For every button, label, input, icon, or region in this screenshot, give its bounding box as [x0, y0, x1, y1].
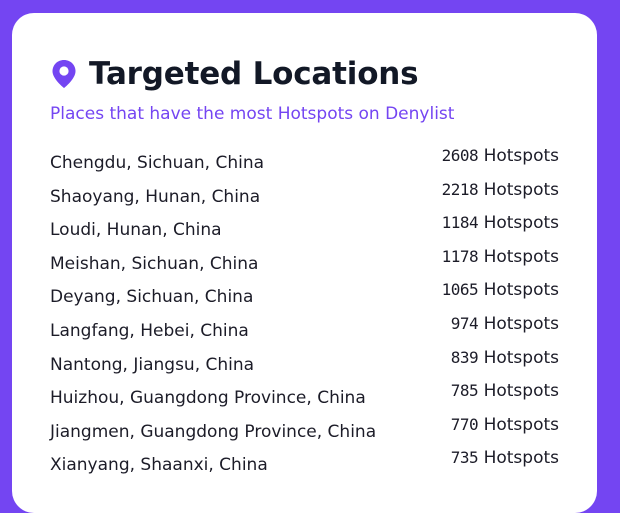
hotspot-count: 1178 Hotspots: [442, 247, 559, 267]
location-name: Deyang, Sichuan, China: [50, 287, 254, 308]
hotspot-count-number: 2218: [441, 179, 479, 199]
hotspot-count-unit: Hotspots: [483, 179, 559, 200]
targeted-locations-card: Targeted Locations Places that have the …: [12, 13, 597, 513]
hotspot-count-unit: Hotspots: [483, 280, 559, 301]
location-name: Huizhou, Guangdong Province, China: [50, 388, 366, 409]
location-name: Meishan, Sichuan, China: [50, 253, 259, 274]
card-header: Targeted Locations: [50, 55, 419, 93]
hotspot-count: 735 Hotspots: [451, 448, 559, 468]
hotspot-count-unit: Hotspots: [483, 246, 559, 267]
hotspot-count-number: 785: [450, 381, 479, 401]
list-item: Xianyang, Shaanxi, China 735 Hotspots: [50, 448, 559, 487]
page-title: Targeted Locations: [89, 56, 419, 92]
hotspot-count: 770 Hotspots: [451, 415, 559, 435]
hotspot-count-number: 735: [450, 448, 479, 468]
hotspot-count-number: 1065: [441, 280, 479, 300]
location-name: Nantong, Jiangsu, China: [50, 354, 255, 375]
hotspot-count: 1065 Hotspots: [442, 280, 559, 300]
location-name: Langfang, Hebei, China: [50, 320, 249, 341]
hotspot-count: 1184 Hotspots: [442, 213, 559, 233]
location-pin-icon: [50, 58, 78, 90]
hotspot-count: 785 Hotspots: [451, 381, 559, 401]
location-name: Jiangmen, Guangdong Province, China: [50, 421, 377, 442]
hotspot-count-number: 1178: [441, 246, 479, 266]
hotspot-count: 839 Hotspots: [451, 348, 559, 368]
page-subtitle: Places that have the most Hotspots on De…: [50, 104, 455, 124]
location-name: Chengdu, Sichuan, China: [50, 153, 265, 173]
hotspot-count: 2608 Hotspots: [442, 146, 559, 166]
hotspot-count-number: 1184: [441, 213, 479, 233]
hotspot-count-unit: Hotspots: [483, 414, 559, 435]
location-name: Loudi, Hunan, China: [50, 220, 222, 241]
hotspot-count-number: 974: [450, 313, 479, 333]
hotspot-count-number: 839: [450, 347, 479, 367]
location-name: Xianyang, Shaanxi, China: [50, 455, 268, 476]
hotspot-count: 974 Hotspots: [451, 314, 559, 334]
hotspot-count-number: 770: [450, 414, 479, 434]
hotspot-count-number: 2608: [441, 146, 479, 165]
hotspot-count-unit: Hotspots: [483, 313, 559, 334]
hotspot-count: 2218 Hotspots: [442, 180, 559, 200]
location-name: Shaoyang, Hunan, China: [50, 186, 261, 207]
hotspot-count-unit: Hotspots: [483, 448, 559, 469]
hotspot-count-unit: Hotspots: [483, 146, 559, 166]
locations-list: Chengdu, Sichuan, China 2608 Hotspots Shao…: [50, 146, 559, 487]
hotspot-count-unit: Hotspots: [483, 381, 559, 402]
hotspot-count-unit: Hotspots: [483, 347, 559, 368]
hotspot-count-unit: Hotspots: [483, 213, 559, 234]
